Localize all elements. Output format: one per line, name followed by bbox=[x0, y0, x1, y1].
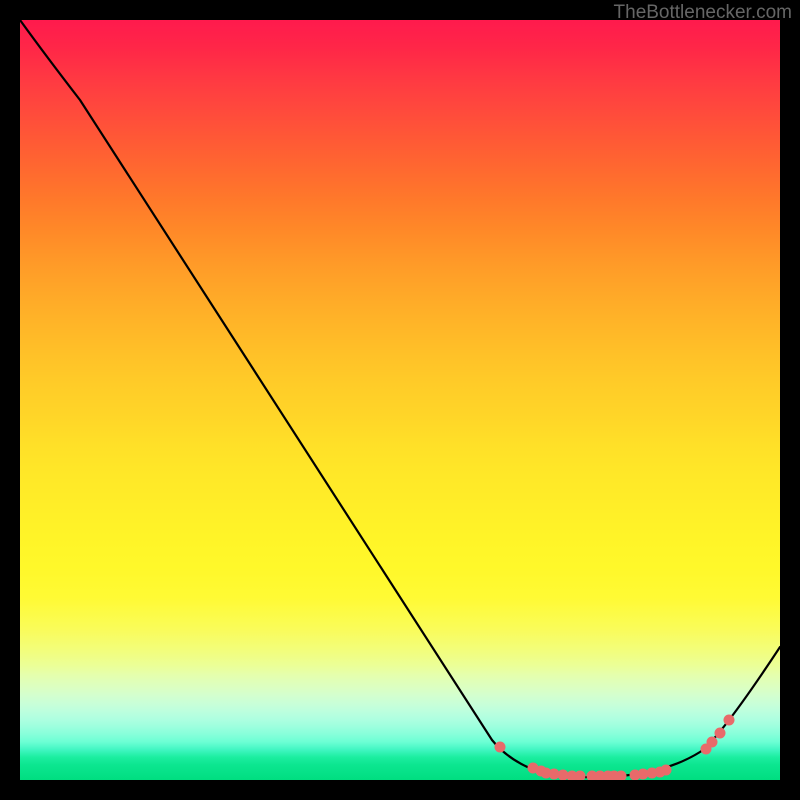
chart-container: TheBottlenecker.com bbox=[0, 0, 800, 800]
data-dot bbox=[661, 765, 672, 776]
bottleneck-curve bbox=[20, 20, 780, 777]
data-dot bbox=[495, 742, 506, 753]
watermark-text: TheBottlenecker.com bbox=[614, 2, 792, 24]
data-dot bbox=[707, 737, 718, 748]
data-dots bbox=[495, 715, 735, 781]
curve-svg bbox=[20, 20, 780, 780]
data-dot bbox=[575, 771, 586, 781]
data-dot bbox=[724, 715, 735, 726]
data-dot bbox=[715, 728, 726, 739]
plot-area bbox=[20, 20, 780, 780]
